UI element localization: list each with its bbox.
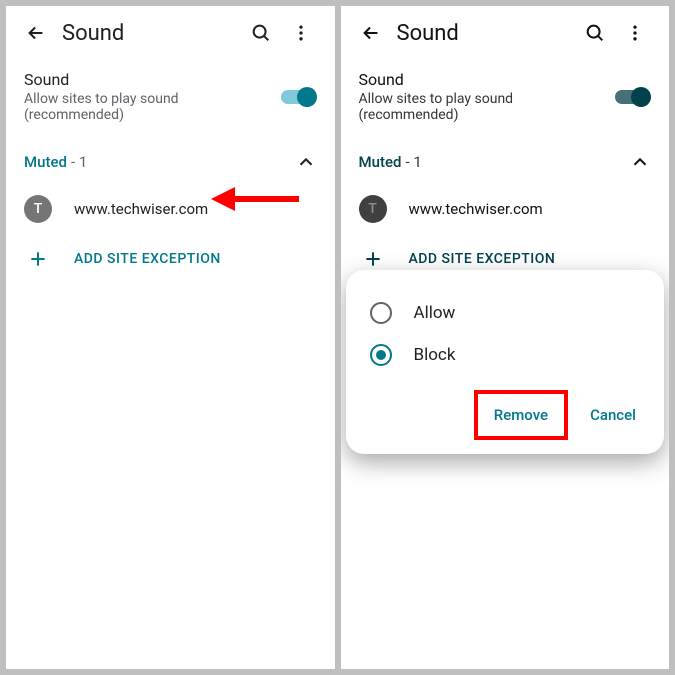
setting-text: Sound Allow sites to play sound (recomme… (24, 70, 279, 123)
permission-dialog: Allow Block Remove Cancel (346, 270, 665, 454)
overflow-menu-button[interactable] (615, 13, 655, 53)
arrow-back-icon (360, 22, 382, 44)
block-label: Block (414, 345, 456, 365)
search-icon (584, 22, 606, 44)
search-button[interactable] (575, 13, 615, 53)
site-row[interactable]: T www.techwiser.com (341, 183, 670, 235)
content-area: Sound Allow sites to play sound (recomme… (341, 60, 670, 283)
search-button[interactable] (241, 13, 281, 53)
screenshot-right: Sound Sound Allow sites to play sound (r… (341, 6, 670, 669)
plus-icon (24, 249, 52, 269)
setting-subtitle: Allow sites to play sound (recommended) (24, 91, 279, 123)
switch-thumb (631, 87, 651, 107)
search-icon (250, 22, 272, 44)
radio-selected-icon (370, 344, 392, 366)
overflow-menu-button[interactable] (281, 13, 321, 53)
section-count: - 1 (405, 153, 421, 171)
cancel-button[interactable]: Cancel (580, 398, 646, 432)
setting-text: Sound Allow sites to play sound (recomme… (359, 70, 614, 123)
section-count: - 1 (71, 153, 87, 171)
site-favicon: T (24, 195, 52, 223)
sound-toggle[interactable] (613, 86, 651, 108)
annotation-highlight: Remove (474, 390, 568, 440)
site-url: www.techwiser.com (74, 200, 208, 218)
sound-toggle-row[interactable]: Sound Allow sites to play sound (recomme… (341, 60, 670, 137)
muted-section-header[interactable]: Muted - 1 (341, 137, 670, 183)
allow-label: Allow (414, 303, 456, 323)
sound-toggle[interactable] (279, 86, 317, 108)
back-button[interactable] (351, 13, 391, 53)
dialog-actions: Remove Cancel (364, 376, 647, 440)
switch-thumb (297, 87, 317, 107)
arrow-back-icon (25, 22, 47, 44)
add-site-label: ADD SITE EXCEPTION (409, 251, 556, 267)
setting-subtitle: Allow sites to play sound (recommended) (359, 91, 614, 123)
more-vert-icon (291, 23, 311, 43)
setting-title: Sound (359, 70, 614, 89)
section-label: Muted (359, 153, 402, 171)
add-site-exception-button[interactable]: ADD SITE EXCEPTION (6, 235, 335, 283)
more-vert-icon (625, 23, 645, 43)
chevron-up-icon (629, 151, 651, 173)
sound-toggle-row[interactable]: Sound Allow sites to play sound (recomme… (6, 60, 335, 137)
app-bar: Sound (341, 6, 670, 60)
switch-track (615, 90, 649, 104)
page-title: Sound (397, 21, 576, 46)
section-label: Muted (24, 153, 67, 171)
site-row[interactable]: T www.techwiser.com (6, 183, 335, 235)
site-favicon: T (359, 195, 387, 223)
content-area: Sound Allow sites to play sound (recomme… (6, 60, 335, 283)
setting-title: Sound (24, 70, 279, 89)
radio-unselected-icon (370, 302, 392, 324)
app-bar: Sound (6, 6, 335, 60)
muted-section-header[interactable]: Muted - 1 (6, 137, 335, 183)
site-url: www.techwiser.com (409, 200, 543, 218)
back-button[interactable] (16, 13, 56, 53)
block-option[interactable]: Block (364, 334, 647, 376)
add-site-label: ADD SITE EXCEPTION (74, 251, 221, 267)
remove-button[interactable]: Remove (484, 398, 558, 432)
screenshot-left: Sound Sound Allow sites to play sound (r… (6, 6, 335, 669)
plus-icon (359, 249, 387, 269)
chevron-up-icon (295, 151, 317, 173)
page-title: Sound (62, 21, 241, 46)
allow-option[interactable]: Allow (364, 292, 647, 334)
